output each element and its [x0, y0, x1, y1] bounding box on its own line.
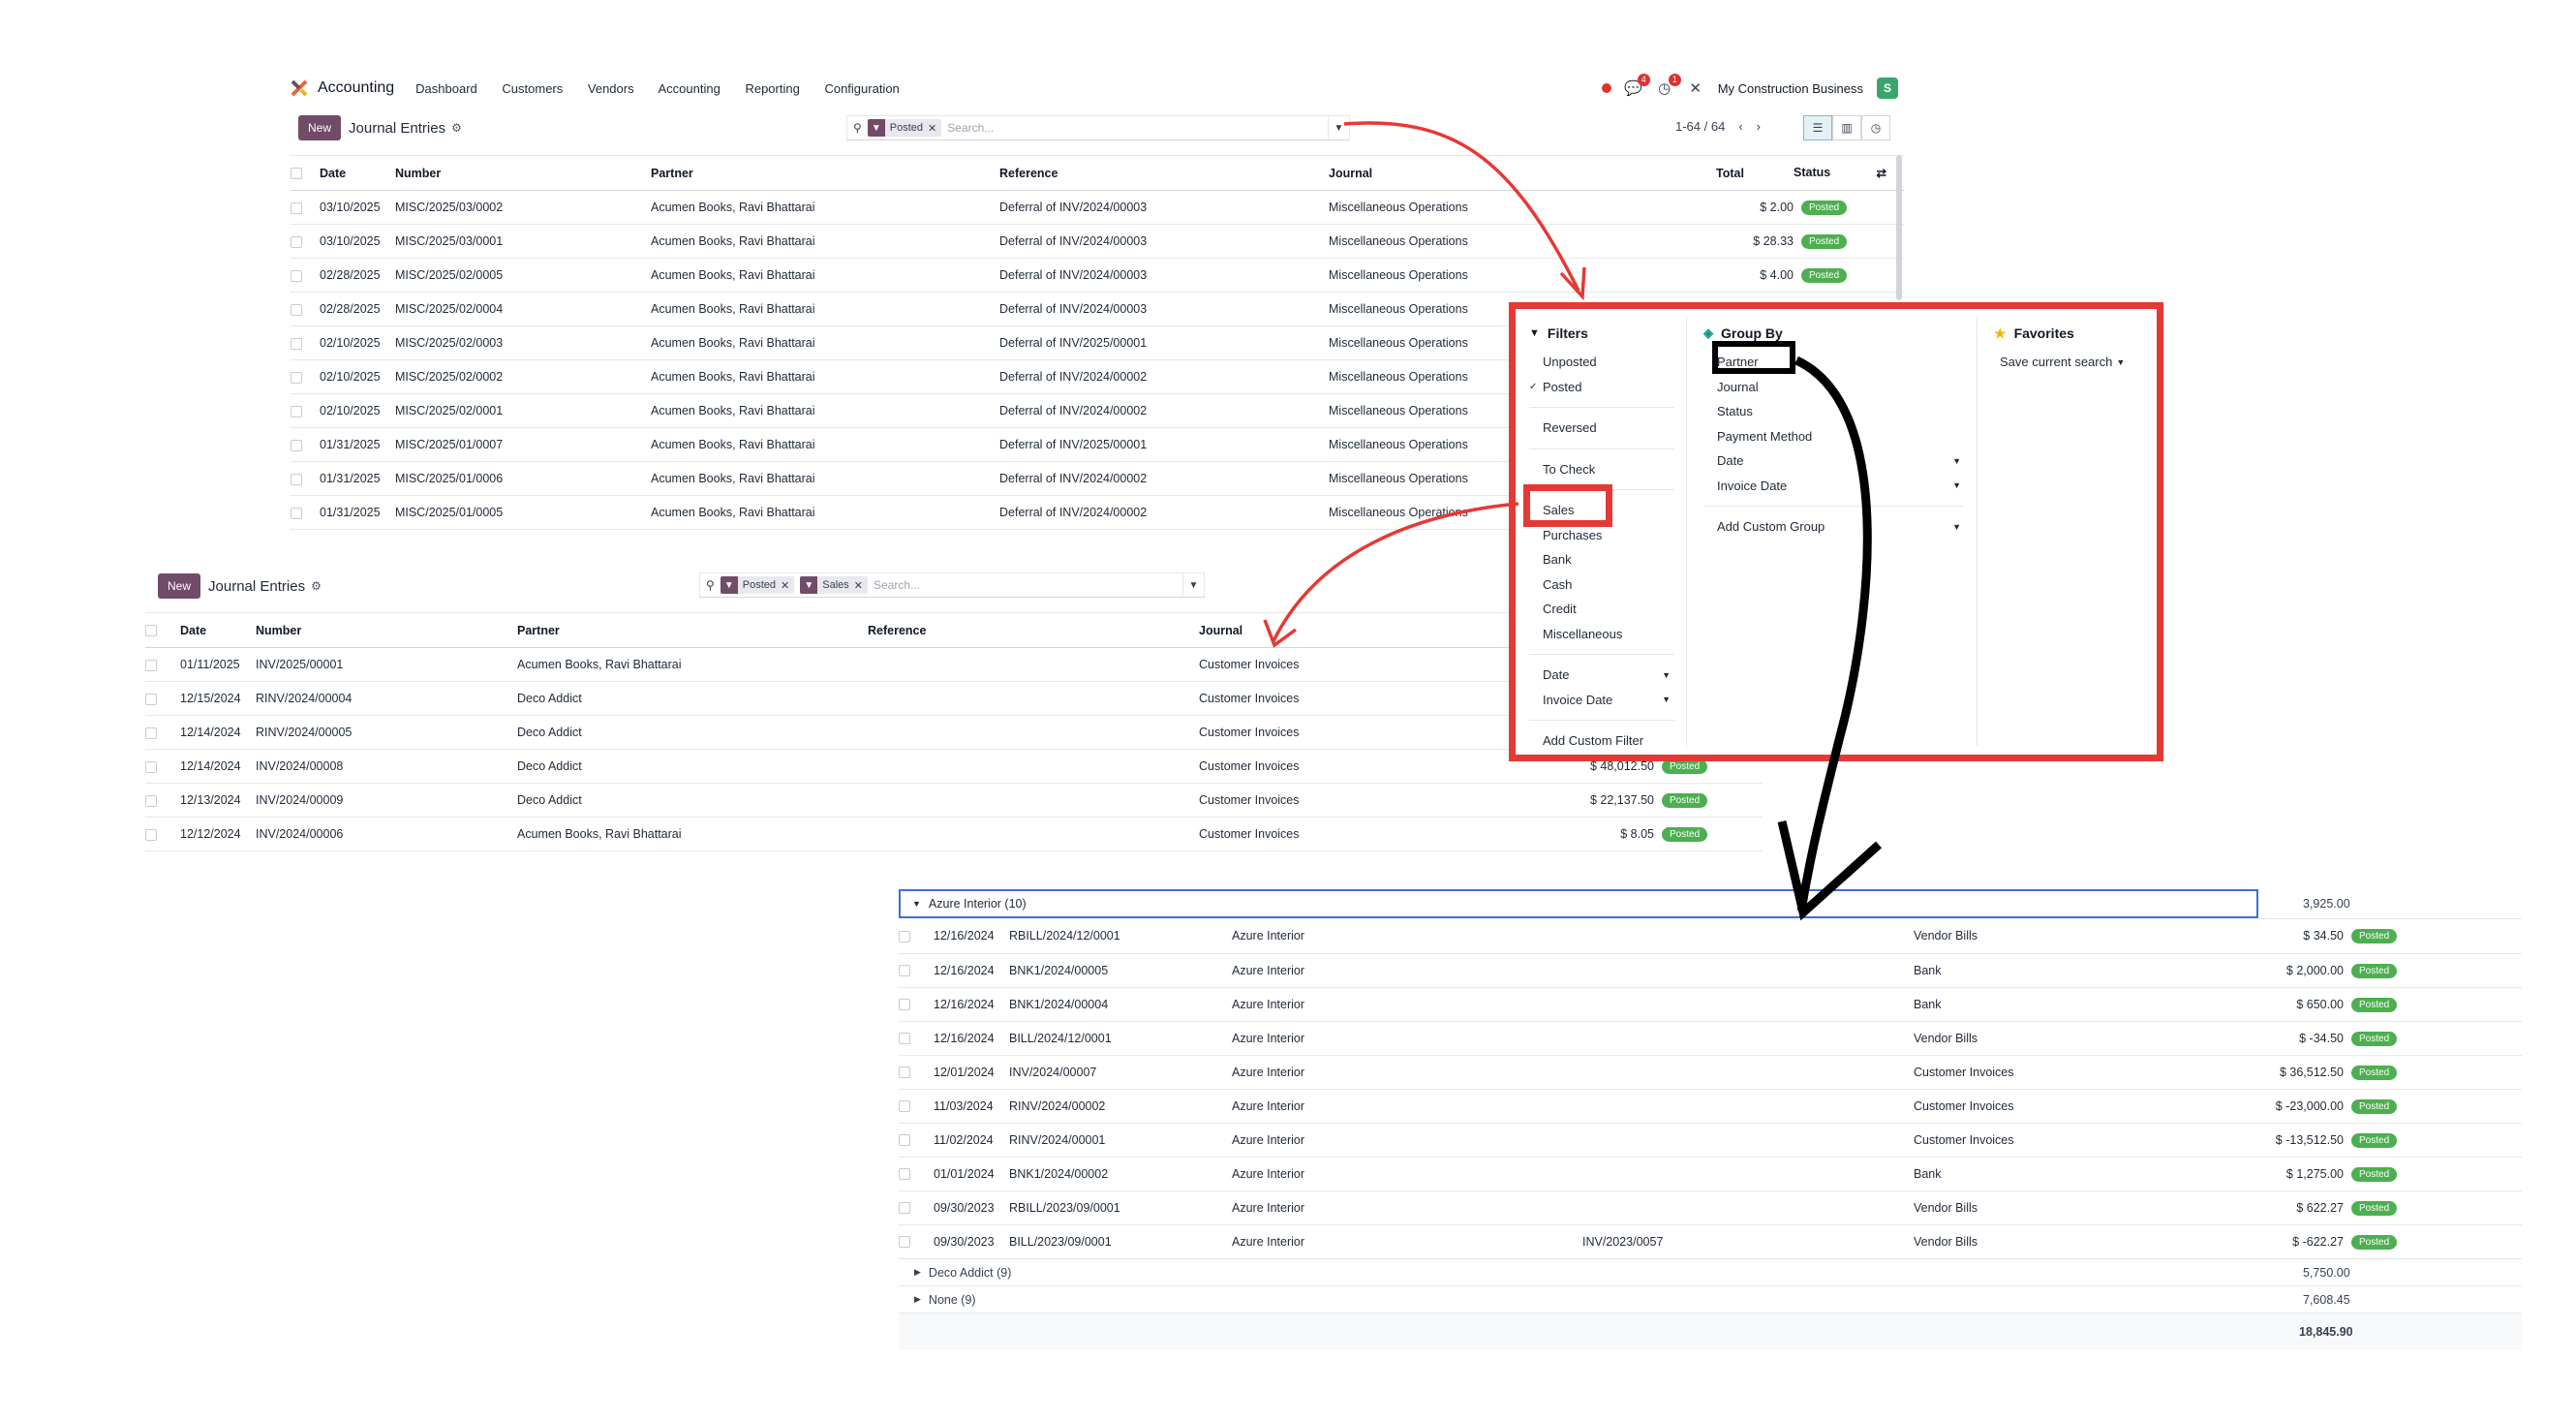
black-arrow [1794, 356, 1872, 912]
annotation-arrows [1263, 121, 1883, 921]
red-arrow-2-head [1263, 619, 1298, 648]
red-arrow-2 [1272, 502, 1519, 642]
black-arrow-head [1777, 819, 1883, 921]
red-arrow-1 [1343, 121, 1580, 292]
